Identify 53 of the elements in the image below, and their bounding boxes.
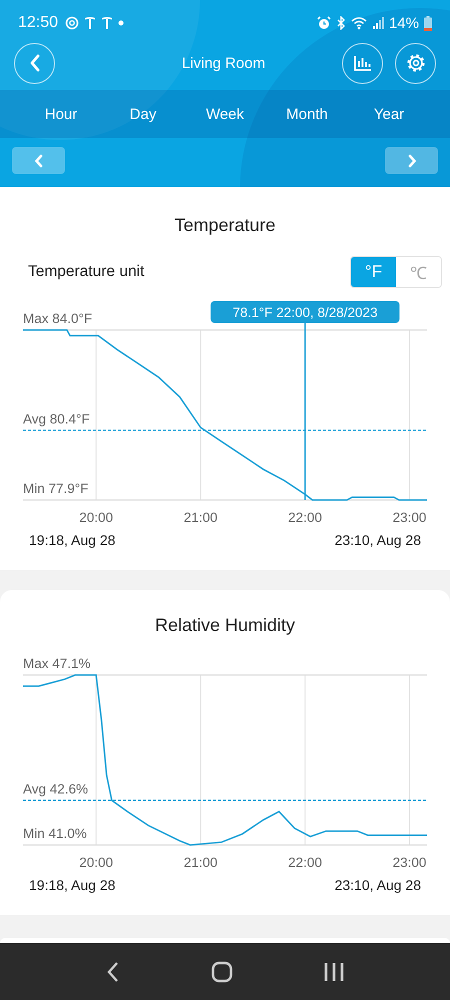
unit-option[interactable]: °F [351,257,396,287]
range-start: 19:18, Aug 28 [29,531,116,550]
period-tab[interactable]: Hour [20,90,102,138]
period-tab[interactable]: Day [102,90,184,138]
x-tick-label: 20:00 [79,855,114,870]
back-icon[interactable] [105,960,121,982]
chevron-left-icon [34,154,44,168]
x-tick-label: 22:00 [288,855,322,870]
previous-button[interactable] [12,147,65,174]
range-end: 23:10, Aug 28 [334,876,421,895]
x-tick-label: 23:00 [392,510,426,525]
x-tick-label: 21:00 [184,510,218,525]
value-tooltip: 78.1°F 22:00, 8/28/2023 [210,301,400,323]
x-tick-label: 21:00 [184,855,218,870]
status-time: 12:50 [18,14,58,32]
y-axis-label: Max 84.0°F [23,311,92,326]
section-title: Temperature [173,214,277,237]
period-tab[interactable]: Week [184,90,266,138]
x-tick-label: 22:00 [288,510,322,525]
settings-icon [406,53,426,73]
alarm-icon [316,16,331,30]
bar-chart-icon [354,55,372,71]
chevron-left-icon [28,54,40,72]
tee-icon [84,16,96,30]
x-tick-label: 20:00 [79,510,114,525]
y-axis-label: Max 47.1% [23,656,91,671]
period-tab[interactable]: Year [348,90,430,138]
range-start: 19:18, Aug 28 [29,876,116,895]
recent-apps-icon[interactable] [323,962,345,982]
range-end: 23:10, Aug 28 [334,531,421,550]
back-button[interactable] [14,42,55,84]
swirl-icon [65,16,80,30]
y-axis-label: Avg 80.4°F [23,411,90,426]
tee-icon [101,16,114,30]
chart-button[interactable] [342,42,383,84]
bluetooth-icon [336,16,346,30]
home-icon[interactable] [211,960,233,982]
period-tab[interactable]: Month [266,90,348,138]
settings-button[interactable] [395,42,436,84]
dot-icon [118,20,124,26]
y-axis-label: Min 41.0% [23,826,87,841]
y-axis-label: Min 77.9°F [23,481,88,496]
x-tick-label: 23:00 [392,855,426,870]
battery-icon [424,16,432,30]
wifi-icon [350,16,367,30]
screen-title: Living Room [180,54,266,72]
section-title: Relative Humidity [154,614,296,637]
unit-label: Temperature unit [28,263,144,281]
chevron-right-icon [406,154,416,168]
y-axis-label: Avg 42.6% [23,781,88,796]
signal-icon [372,16,384,30]
next-button[interactable] [385,147,438,174]
battery-percent: 14% [388,14,419,32]
